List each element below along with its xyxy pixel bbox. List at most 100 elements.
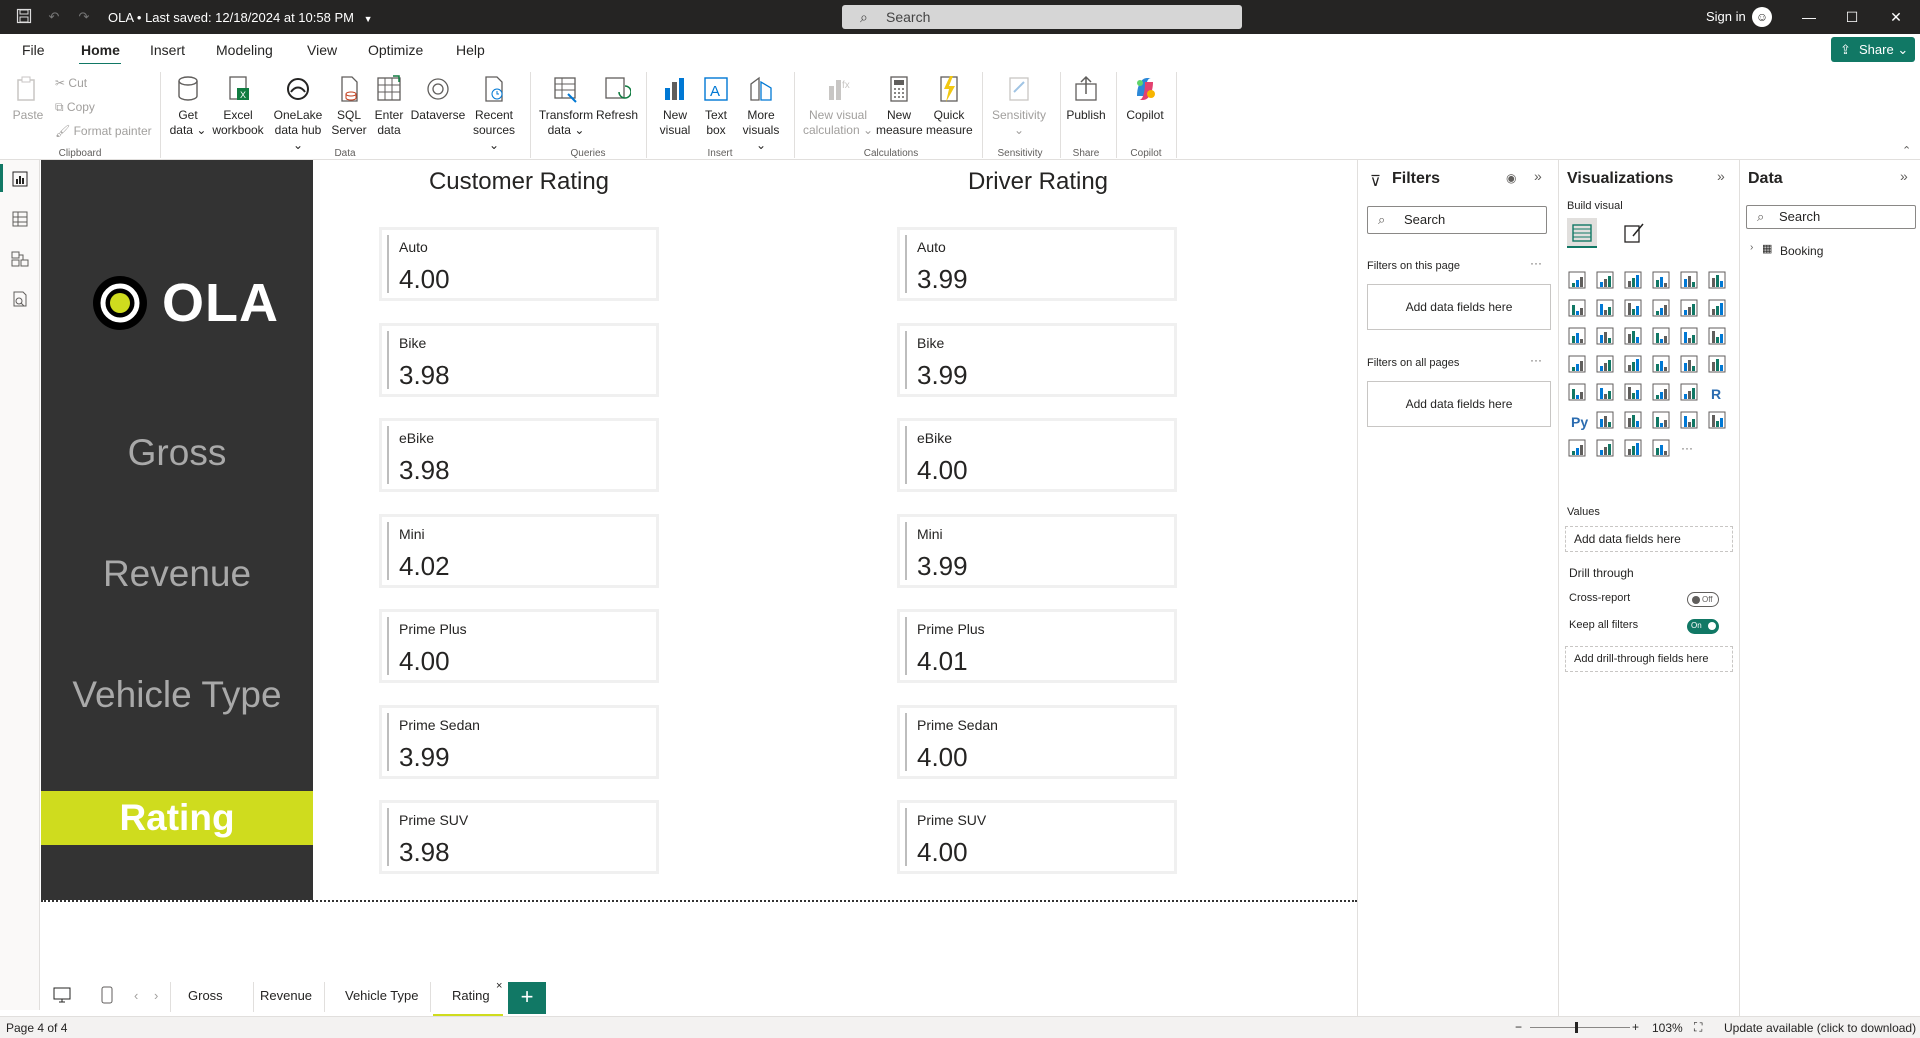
new-visual-calculation-button[interactable]: fx New visual calculation ⌄ [802, 74, 874, 138]
undo-icon[interactable]: ↶ [44, 8, 64, 26]
cut-button[interactable]: ✂ Cut [55, 76, 87, 90]
filled-map-visual-icon[interactable] [1624, 355, 1642, 373]
report-visual-icon[interactable] [1568, 439, 1586, 457]
zoom-level[interactable]: 103% [1652, 1021, 1683, 1035]
tab-rating[interactable]: Rating [452, 988, 490, 1003]
model-view-icon[interactable] [10, 250, 30, 268]
customer-rating-card[interactable]: Prime Sedan 3.99 [379, 704, 659, 779]
line-column-visual-icon[interactable] [1652, 299, 1670, 317]
collapse-filters-icon[interactable]: » [1534, 168, 1542, 184]
visual-type-gallery[interactable]: R Py ··· [1559, 266, 1739, 486]
scroll-right-icon[interactable]: › [154, 988, 158, 1003]
enter-data-button[interactable]: Enter data [372, 74, 406, 138]
build-visual-tab[interactable] [1567, 218, 1597, 248]
power-automate-visual-icon[interactable] [1652, 439, 1670, 457]
ribbon-visual-icon[interactable] [1680, 299, 1698, 317]
sql-server-button[interactable]: SQL Server [330, 74, 368, 138]
save-icon[interactable] [14, 8, 34, 26]
cross-report-toggle[interactable]: Off [1687, 592, 1719, 607]
format-visual-tab[interactable] [1619, 218, 1649, 248]
customer-rating-card[interactable]: Prime Plus 4.00 [379, 609, 659, 683]
fit-to-page-icon[interactable]: ⛶ [1694, 1020, 1702, 1035]
get-data-button[interactable]: Get data ⌄ [168, 74, 208, 138]
maximize-icon[interactable]: ☐ [1840, 7, 1864, 27]
funnel-visual-icon[interactable] [1624, 327, 1642, 345]
eye-icon[interactable]: ◉ [1506, 171, 1516, 185]
stacked-bar-visual-icon[interactable] [1568, 271, 1586, 289]
desktop-layout-icon[interactable] [52, 986, 72, 1007]
clustered-column-visual-icon[interactable] [1652, 271, 1670, 289]
chevron-down-icon[interactable]: ▼ [364, 14, 373, 24]
zoom-out-icon[interactable]: − [1515, 1020, 1522, 1034]
waterfall-visual-icon[interactable] [1708, 299, 1726, 317]
drill-through-drop-zone[interactable]: Add drill-through fields here [1565, 646, 1733, 672]
filters-page-drop-zone[interactable]: Add data fields here [1367, 284, 1551, 330]
sign-in-link[interactable]: Sign in [1706, 9, 1746, 24]
driver-rating-card[interactable]: Bike 3.99 [897, 322, 1177, 397]
donut-visual-icon[interactable] [1708, 327, 1726, 345]
copilot-button[interactable]: Copilot [1122, 74, 1168, 123]
update-available-link[interactable]: Update available (click to download) [1724, 1021, 1916, 1035]
account-icon[interactable]: ☺ [1752, 7, 1772, 27]
table-booking[interactable]: Booking [1780, 244, 1823, 258]
narrative-visual-icon[interactable] [1596, 439, 1614, 457]
document-title[interactable]: OLA • Last saved: 12/18/2024 at 10:58 PM… [108, 10, 373, 25]
minimize-icon[interactable]: — [1797, 7, 1821, 27]
customer-rating-card[interactable]: Bike 3.98 [379, 322, 659, 397]
filters-all-pages-drop-zone[interactable]: Add data fields here [1367, 381, 1551, 427]
column-line-visual-icon[interactable] [1596, 327, 1614, 345]
table-visual-icon[interactable] [1652, 383, 1670, 401]
data-search-input[interactable]: ⌕ Search [1746, 205, 1916, 229]
customer-rating-card[interactable]: Prime SUV 3.98 [379, 800, 659, 874]
map-visual-icon[interactable] [1596, 355, 1614, 373]
collapse-visualizations-icon[interactable]: » [1717, 168, 1725, 184]
close-tab-icon[interactable]: × [496, 980, 502, 992]
zoom-slider[interactable] [1530, 1027, 1630, 1028]
area-visual-icon[interactable] [1596, 299, 1614, 317]
values-drop-zone[interactable]: Add data fields here [1565, 526, 1733, 552]
table-view-icon[interactable] [10, 210, 30, 228]
publish-button[interactable]: Publish [1064, 74, 1108, 123]
share-button[interactable]: ⇪ Share ⌄ [1831, 37, 1915, 62]
format-painter-button[interactable]: 🖌 Format painter [55, 124, 152, 138]
customer-rating-card[interactable]: Mini 4.02 [379, 513, 659, 588]
r-visual-visual-icon[interactable]: R [1711, 386, 1721, 402]
quick-measure-button[interactable]: Quick measure [926, 74, 973, 138]
redo-icon[interactable]: ↷ [74, 8, 94, 26]
more-options-icon[interactable]: ··· [1530, 256, 1542, 270]
collapse-data-icon[interactable]: » [1900, 168, 1908, 184]
driver-rating-card[interactable]: Prime Plus 4.01 [897, 609, 1177, 683]
stacked-column-visual-icon[interactable] [1596, 271, 1614, 289]
menu-file[interactable]: File [22, 42, 45, 58]
driver-rating-card[interactable]: eBike 4.00 [897, 418, 1177, 492]
sensitivity-button[interactable]: Sensitivity ⌄ [988, 74, 1050, 138]
onelake-button[interactable]: OneLake data hub ⌄ [270, 74, 326, 153]
driver-rating-card[interactable]: Mini 3.99 [897, 513, 1177, 588]
new-visual-button[interactable]: New visual [654, 74, 696, 138]
transform-data-button[interactable]: Transform data ⌄ [538, 74, 594, 138]
power-apps-visual-icon[interactable] [1624, 439, 1642, 457]
close-icon[interactable]: ✕ [1884, 7, 1908, 27]
clustered-bar-visual-icon[interactable] [1624, 271, 1642, 289]
tab-revenue[interactable]: Revenue [260, 988, 312, 1003]
more-visuals-button[interactable]: More visuals ⌄ [738, 74, 784, 153]
dataverse-button[interactable]: Dataverse [410, 74, 466, 123]
qa-visual-icon[interactable] [1652, 411, 1670, 429]
gauge-visual-icon[interactable] [1680, 355, 1698, 373]
azure-map-visual-icon[interactable] [1652, 355, 1670, 373]
menu-home[interactable]: Home [81, 42, 120, 58]
filters-search-input[interactable]: ⌕ Search [1367, 206, 1547, 234]
add-page-button[interactable]: + [508, 982, 546, 1014]
more-options-icon[interactable]: ··· [1530, 353, 1542, 367]
100-bar-visual-icon[interactable] [1680, 271, 1698, 289]
excel-workbook-button[interactable]: X Excel workbook [210, 74, 266, 138]
nav-button-gross[interactable]: Gross [41, 432, 313, 474]
treemap-visual-icon[interactable] [1568, 355, 1586, 373]
collapse-ribbon-icon[interactable]: ⌃ [1902, 144, 1911, 157]
copy-button[interactable]: ⧉ Copy [55, 100, 95, 115]
menu-insert[interactable]: Insert [150, 42, 185, 58]
python-visual-visual-icon[interactable]: Py [1571, 414, 1588, 430]
customer-rating-card[interactable]: eBike 3.98 [379, 418, 659, 492]
line-visual-icon[interactable] [1568, 299, 1586, 317]
paginated-visual-icon[interactable] [1680, 411, 1698, 429]
